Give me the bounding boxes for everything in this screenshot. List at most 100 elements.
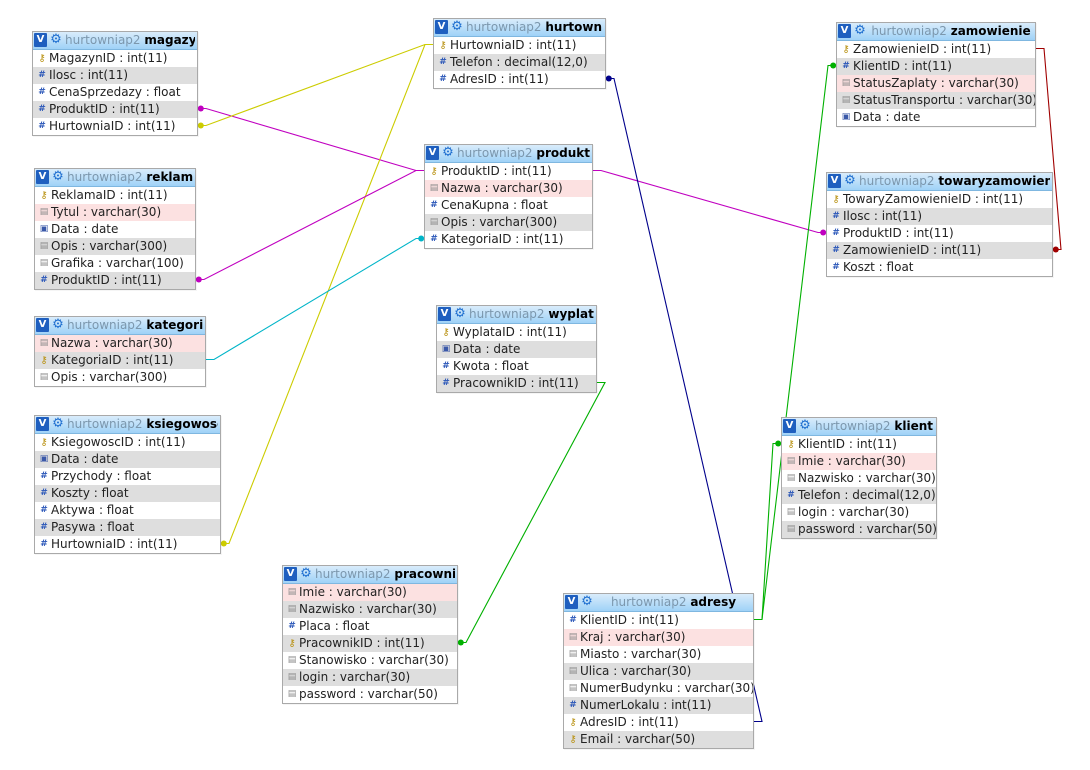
column-row[interactable]: # ProduktID : int(11): [33, 101, 197, 118]
column-row[interactable]: ▤ login : varchar(30): [782, 504, 936, 521]
table-towaryzamowienie[interactable]: V⚙hurtowniap2 towaryzamowienie⚷TowaryZam…: [826, 172, 1053, 277]
column-row[interactable]: # ProduktID : int(11): [827, 225, 1052, 242]
column-row[interactable]: ▣ Data : date: [837, 109, 1035, 126]
gear-icon[interactable]: ⚙: [853, 24, 867, 38]
gear-icon[interactable]: ⚙: [51, 170, 65, 184]
toggle-columns-icon[interactable]: V: [438, 307, 451, 321]
column-row[interactable]: ▤ password : varchar(50): [283, 686, 457, 703]
table-header[interactable]: V⚙hurtowniap2 magazyn: [33, 32, 197, 50]
gear-icon[interactable]: ⚙: [51, 318, 65, 332]
column-row[interactable]: # Aktywa : float: [35, 502, 220, 519]
table-header[interactable]: V⚙hurtowniap2 pracownik: [283, 566, 457, 584]
column-row[interactable]: ⚷ KsiegowoscID : int(11): [35, 434, 220, 451]
column-row[interactable]: # Koszt : float: [827, 259, 1052, 276]
column-row[interactable]: ⚷ WyplataID : int(11): [437, 324, 596, 341]
gear-icon[interactable]: ⚙: [441, 146, 455, 160]
column-row[interactable]: ▤ Nazwisko : varchar(30): [782, 470, 936, 487]
gear-icon[interactable]: ⚙: [49, 33, 63, 47]
toggle-columns-icon[interactable]: V: [36, 318, 49, 332]
column-row[interactable]: ▤ password : varchar(50): [782, 521, 936, 538]
gear-icon[interactable]: ⚙: [299, 567, 313, 581]
table-header[interactable]: V ⚙ hurtowniap2 klient: [782, 418, 936, 436]
column-row[interactable]: # PracownikID : int(11): [437, 375, 596, 392]
column-row[interactable]: ▤ Grafika : varchar(100): [35, 255, 195, 272]
table-klient[interactable]: V ⚙ hurtowniap2 klient ⚷ KlientID : int(11) ▤…: [781, 417, 937, 539]
column-row[interactable]: # ZamowienieID : int(11): [827, 242, 1052, 259]
table-adresy[interactable]: V ⚙ hurtowniap2 adresy # KlientID : int(11) ▤…: [563, 593, 754, 749]
column-row[interactable]: ▤ Imie : varchar(30): [782, 453, 936, 470]
table-pracownik[interactable]: V⚙hurtowniap2 pracownik▤Imie : varchar(3…: [282, 565, 458, 704]
column-row[interactable]: ▤ Nazwa : varchar(30): [425, 180, 592, 197]
table-header[interactable]: V⚙hurtowniap2 hurtownia: [434, 19, 605, 37]
column-row[interactable]: # CenaSprzedazy : float: [33, 84, 197, 101]
table-hurtownia[interactable]: V⚙hurtowniap2 hurtownia⚷HurtowniaID : in…: [433, 18, 606, 89]
column-row[interactable]: ▤ StatusZaplaty : varchar(30): [837, 75, 1035, 92]
column-row[interactable]: # AdresID : int(11): [434, 71, 605, 88]
column-row[interactable]: # ProduktID : int(11): [35, 272, 195, 289]
column-row[interactable]: ▣ Data : date: [437, 341, 596, 358]
table-kategorie[interactable]: V⚙hurtowniap2 kategorie▤Nazwa : varchar(…: [34, 316, 206, 387]
toggle-columns-icon[interactable]: V: [36, 170, 49, 184]
toggle-columns-icon[interactable]: V: [36, 417, 49, 431]
column-row[interactable]: ▤ Ulica : varchar(30): [564, 663, 753, 680]
table-header[interactable]: V⚙hurtowniap2 wyplaty: [437, 306, 596, 324]
table-produkty[interactable]: V⚙hurtowniap2 produkty⚷ProduktID : int(1…: [424, 144, 593, 249]
column-row[interactable]: ⚷ AdresID : int(11): [564, 714, 753, 731]
column-row[interactable]: ⚷ PracownikID : int(11): [283, 635, 457, 652]
column-row[interactable]: ⚷ KlientID : int(11): [782, 436, 936, 453]
column-row[interactable]: # KlientID : int(11): [564, 612, 753, 629]
column-row[interactable]: # Kwota : float: [437, 358, 596, 375]
toggle-columns-icon[interactable]: V: [426, 146, 439, 160]
table-header[interactable]: V⚙hurtowniap2 reklama: [35, 169, 195, 187]
table-header[interactable]: V ⚙ hurtowniap2 ksiegowosc: [35, 416, 220, 434]
column-row[interactable]: ▤ Opis : varchar(300): [35, 369, 205, 386]
gear-icon[interactable]: ⚙: [453, 307, 467, 321]
table-magazyn[interactable]: V⚙hurtowniap2 magazyn⚷MagazynID : int(11…: [32, 31, 198, 136]
column-row[interactable]: ▤ Stanowisko : varchar(30): [283, 652, 457, 669]
column-row[interactable]: ▤ Nazwa : varchar(30): [35, 335, 205, 352]
column-row[interactable]: ⚷ ZamowienieID : int(11): [837, 41, 1035, 58]
gear-icon[interactable]: ⚙: [450, 20, 464, 34]
toggle-columns-icon[interactable]: V: [783, 419, 796, 433]
column-row[interactable]: ▤ StatusTransportu : varchar(30): [837, 92, 1035, 109]
column-row[interactable]: # NumerLokalu : int(11): [564, 697, 753, 714]
gear-icon[interactable]: ⚙: [51, 417, 65, 431]
column-row[interactable]: ⚷ ReklamaID : int(11): [35, 187, 195, 204]
column-row[interactable]: ▤ login : varchar(30): [283, 669, 457, 686]
toggle-columns-icon[interactable]: V: [34, 33, 47, 47]
gear-icon[interactable]: ⚙: [580, 595, 594, 609]
column-row[interactable]: # Ilosc : int(11): [827, 208, 1052, 225]
column-row[interactable]: ⚷ Email : varchar(50): [564, 731, 753, 748]
table-wyplaty[interactable]: V⚙hurtowniap2 wyplaty⚷WyplataID : int(11…: [436, 305, 597, 393]
column-row[interactable]: ⚷ HurtowniaID : int(11): [434, 37, 605, 54]
toggle-columns-icon[interactable]: V: [284, 567, 297, 581]
column-row[interactable]: ▤ Imie : varchar(30): [283, 584, 457, 601]
table-header[interactable]: V ⚙ hurtowniap2 adresy: [564, 594, 753, 612]
column-row[interactable]: # HurtowniaID : int(11): [35, 536, 220, 553]
column-row[interactable]: # Koszty : float: [35, 485, 220, 502]
column-row[interactable]: # Placa : float: [283, 618, 457, 635]
column-row[interactable]: # Telefon : decimal(12,0): [434, 54, 605, 71]
column-row[interactable]: # Przychody : float: [35, 468, 220, 485]
column-row[interactable]: ▤ NumerBudynku : varchar(30): [564, 680, 753, 697]
column-row[interactable]: # Ilosc : int(11): [33, 67, 197, 84]
column-row[interactable]: ▣ Data : date: [35, 221, 195, 238]
gear-icon[interactable]: ⚙: [843, 174, 857, 188]
column-row[interactable]: # Telefon : decimal(12,0): [782, 487, 936, 504]
column-row[interactable]: # HurtowniaID : int(11): [33, 118, 197, 135]
table-header[interactable]: V ⚙ hurtowniap2 zamowienie: [837, 23, 1035, 41]
column-row[interactable]: ▤ Opis : varchar(300): [425, 214, 592, 231]
column-row[interactable]: ▤ Nazwisko : varchar(30): [283, 601, 457, 618]
toggle-columns-icon[interactable]: V: [838, 24, 851, 38]
column-row[interactable]: ⚷ KategoriaID : int(11): [35, 352, 205, 369]
table-ksiegowosc[interactable]: V ⚙ hurtowniap2 ksiegowosc ⚷ KsiegowoscID : …: [34, 415, 221, 554]
table-header[interactable]: V⚙hurtowniap2 towaryzamowienie: [827, 173, 1052, 191]
column-row[interactable]: # KlientID : int(11): [837, 58, 1035, 75]
column-row[interactable]: # Pasywa : float: [35, 519, 220, 536]
table-zamowienie[interactable]: V ⚙ hurtowniap2 zamowienie ⚷ ZamowienieID : …: [836, 22, 1036, 127]
column-row[interactable]: ▤ Kraj : varchar(30): [564, 629, 753, 646]
gear-icon[interactable]: ⚙: [798, 419, 812, 433]
column-row[interactable]: ▤ Opis : varchar(300): [35, 238, 195, 255]
toggle-columns-icon[interactable]: V: [435, 20, 448, 34]
table-header[interactable]: V⚙hurtowniap2 kategorie: [35, 317, 205, 335]
